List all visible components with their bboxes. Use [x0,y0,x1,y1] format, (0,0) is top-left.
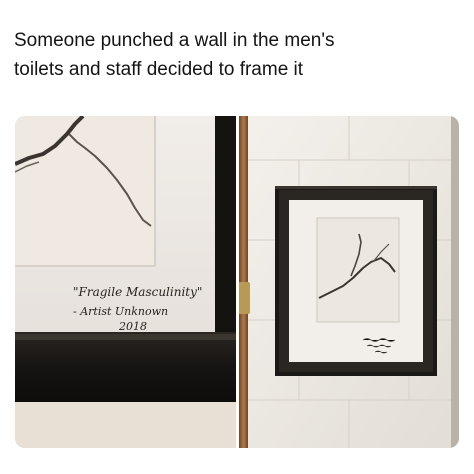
artwork-year: 2018 [118,320,147,333]
post-caption: Someone punched a wall in the men's toil… [14,26,464,84]
caption-line-2: toilets and staff decided to frame it [14,59,304,80]
artwork-artist: - Artist Unknown [73,305,168,318]
frame-bottom-bar [15,332,236,402]
closeup-photo-drawing: "Fragile Masculinity" - Artist Unknown 2… [15,116,236,448]
wide-photo [239,116,459,448]
closeup-photo: "Fragile Masculinity" - Artist Unknown 2… [15,116,236,448]
wall-opening [15,116,155,266]
artwork-title: "Fragile Masculinity" [73,285,202,299]
meme-post: Someone punched a wall in the men's toil… [0,0,474,474]
pipe-fitting [239,282,250,314]
wall-opening [316,217,400,323]
caption-line-1: Someone punched a wall in the men's [14,30,335,51]
wall-below-frame [15,402,236,448]
wide-photo-drawing [239,116,459,448]
